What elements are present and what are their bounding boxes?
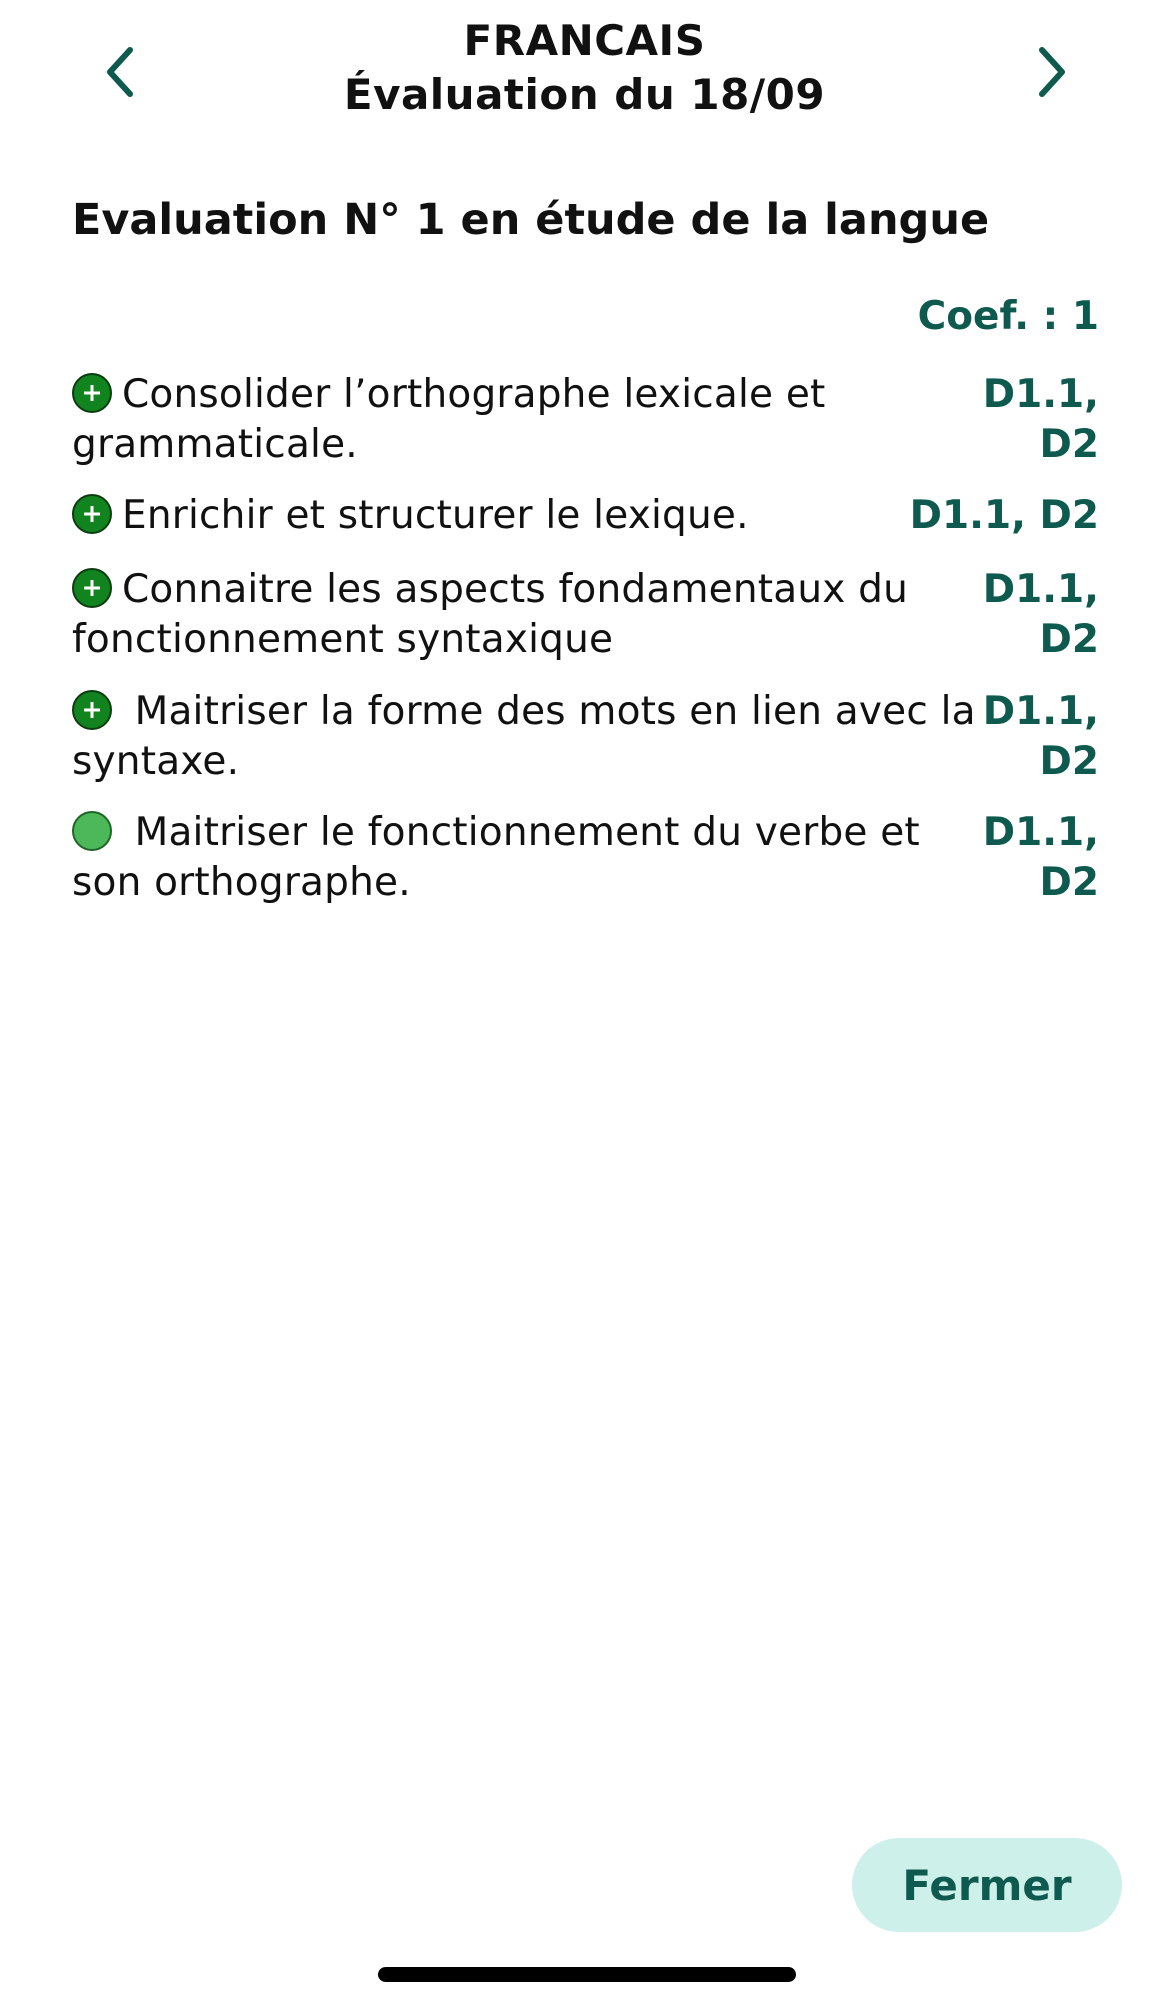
- skill-item: Connaitre les aspects fondamentaux du fo…: [72, 565, 1099, 665]
- header: FRANCAIS Évaluation du 18/09: [0, 0, 1169, 150]
- evaluation-title: Evaluation N° 1 en étude de la langue: [72, 195, 990, 245]
- evaluation-date-title: Évaluation du 18/09: [343, 70, 826, 119]
- chevron-right-icon: [1039, 47, 1065, 97]
- plus-circle-icon: [72, 568, 112, 608]
- skill-text: Maitriser la forme des mots en lien avec…: [72, 689, 976, 784]
- skill-code: D1.1, D2: [982, 567, 1099, 662]
- plus-circle-icon: [72, 494, 112, 534]
- skill-code: D1.1, D2: [909, 493, 1099, 538]
- plus-circle-icon: [72, 690, 112, 730]
- skill-text: Enrichir et structurer le lexique.: [122, 493, 749, 538]
- plus-circle-icon: [72, 373, 112, 413]
- close-button[interactable]: Fermer: [852, 1838, 1122, 1932]
- skill-item: Maitriser le fonctionnement du verbe et …: [72, 808, 1099, 908]
- skill-item: Maitriser la forme des mots en lien avec…: [72, 687, 1099, 787]
- skill-code: D1.1, D2: [982, 372, 1099, 467]
- previous-button[interactable]: [84, 36, 156, 108]
- skill-item: Consolider l’orthographe lexicale et gra…: [72, 370, 1099, 470]
- circle-icon: [72, 811, 112, 851]
- home-indicator[interactable]: [378, 1967, 796, 1982]
- coefficient: Coef. : 1: [917, 294, 1099, 339]
- skill-text: Maitriser le fonctionnement du verbe et …: [72, 810, 920, 905]
- chevron-left-icon: [107, 47, 133, 97]
- skill-code: D1.1, D2: [982, 810, 1099, 905]
- skill-item: Enrichir et structurer le lexique. D1.1,…: [72, 491, 1099, 541]
- skill-code: D1.1, D2: [982, 689, 1099, 784]
- header-titles: FRANCAIS Évaluation du 18/09: [200, 14, 969, 122]
- next-button[interactable]: [1016, 36, 1088, 108]
- skill-text: Connaitre les aspects fondamentaux du fo…: [72, 567, 909, 662]
- subject-title: FRANCAIS: [463, 16, 706, 65]
- skill-text: Consolider l’orthographe lexicale et gra…: [72, 372, 826, 467]
